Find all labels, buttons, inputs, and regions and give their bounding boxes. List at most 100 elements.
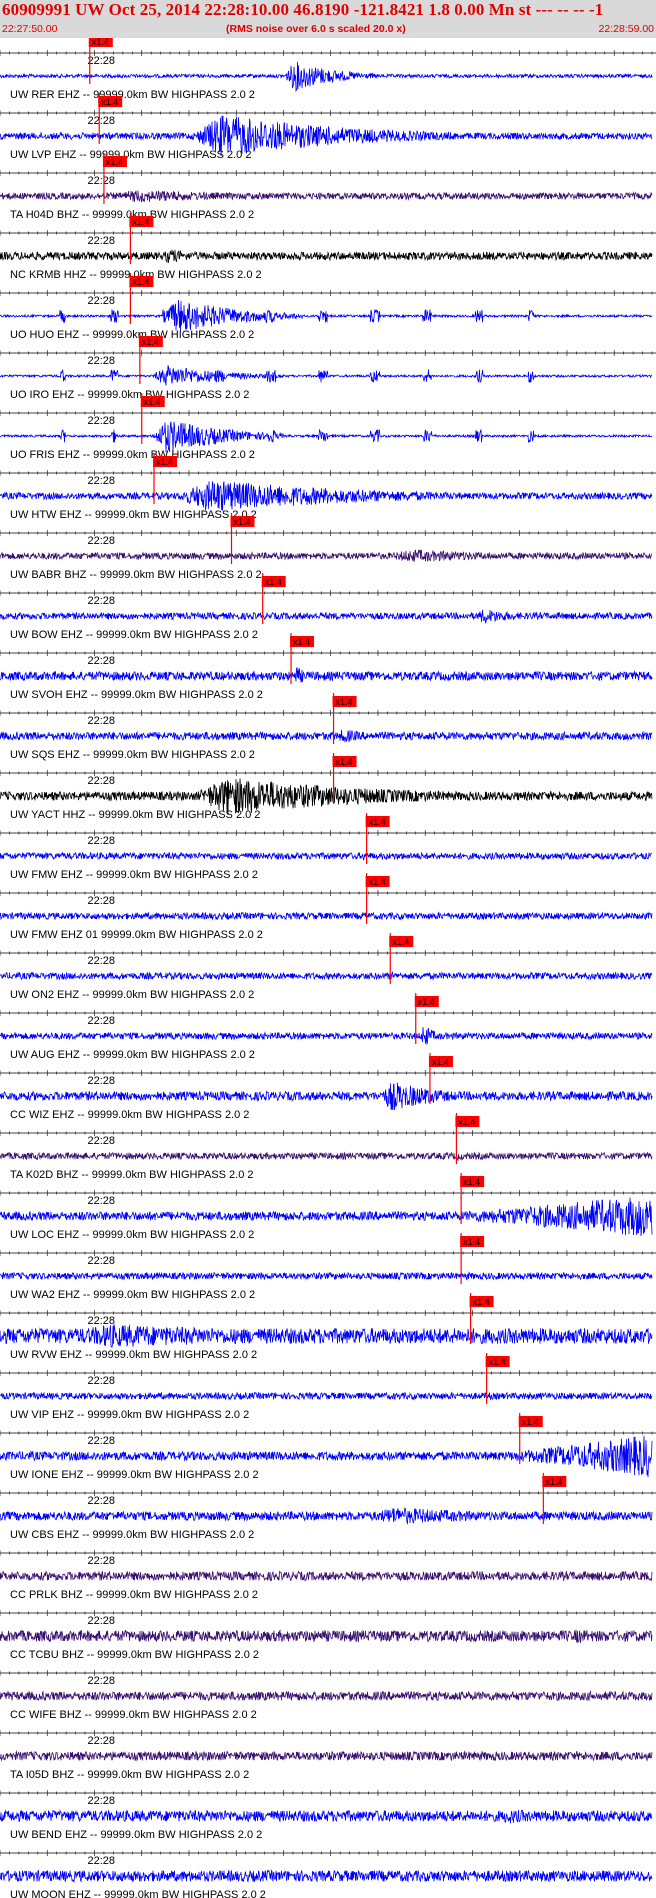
waveform (0, 365, 653, 386)
time-label: 22:28 (87, 415, 115, 427)
time-label: 22:28 (87, 1615, 115, 1627)
waveform (0, 666, 653, 683)
time-label: 22:28 (87, 715, 115, 727)
waveform (0, 1027, 653, 1045)
station-label: UW CBS EHZ -- 99999.0km BW HIGHPASS 2.0 … (10, 1529, 254, 1541)
waveform (0, 1809, 653, 1824)
pick-label: x1.4 (132, 277, 149, 287)
trace-row: 22:28 CC WIFE BHZ -- 99999.0km BW HIGHPAS… (0, 1670, 656, 1721)
station-label: CC TCBU BHZ -- 99999.0km BW HIGHPASS 2.0… (10, 1649, 259, 1661)
station-label: UW BOW EHZ -- 99999.0km BW HIGHPASS 2.0 … (10, 629, 258, 641)
trace-row: 22:28 x1.4 UW YACT HHZ -- 99999.0km BW HIG… (0, 753, 656, 821)
time-label: 22:28 (87, 655, 115, 667)
start-time: 22:27:50.00 (2, 23, 58, 35)
waveform (0, 1869, 653, 1884)
trace-row: 22:28 x1.4 UW FMW EHZ -- 99999.0km BW HIGH… (0, 813, 656, 881)
pick-label: x1.4 (418, 997, 435, 1007)
waveform (0, 609, 653, 624)
waveform (0, 1324, 653, 1348)
trace-row: 22:28 x1.4 UW AUG EHZ -- 99999.0km BW HIGH… (0, 993, 656, 1061)
time-label: 22:28 (87, 235, 115, 247)
pick-label: x1.4 (336, 757, 353, 767)
trace-row: 22:28 x1.4 UW CBS EHZ -- 99999.0km BW HIGH… (0, 1473, 656, 1541)
station-label: UO IRO EHZ -- 99999.0km BW HIGHPASS 2.0 … (10, 389, 249, 401)
end-time: 22:28:59.00 (598, 23, 654, 35)
station-label: UW WA2 EHZ -- 99999.0km BW HIGHPASS 2.0 … (10, 1289, 255, 1301)
station-label: UO FRIS EHZ -- 99999.0km BW HIGHPASS 2.0… (10, 449, 255, 461)
time-label: 22:28 (87, 1375, 115, 1387)
trace-row: 22:28 x1.4 UW SVOH EHZ -- 99999.0km BW HIG… (0, 633, 656, 701)
trace-row: 22:28x1.4NC KRMB HHZ -- 99999.0km BW HIG… (0, 213, 656, 281)
time-label: 22:28 (87, 1555, 115, 1567)
time-label: 22:28 (87, 55, 115, 67)
time-label: 22:28 (87, 175, 115, 187)
pick-label: x1.4 (458, 1117, 475, 1127)
station-label: UW SVOH EHZ -- 99999.0km BW HIGHPASS 2.0… (10, 689, 263, 701)
waveform (0, 970, 653, 981)
trace-row: 22:28 x1.4 UW FMW EHZ 01 99999.0km BW HIGH… (0, 873, 656, 941)
trace-row: 22:28 x1.4 UW RVW EHZ -- 99999.0km BW HIGH… (0, 1293, 656, 1361)
trace-row: 22:28 x1.4 UW LOC EHZ -- 99999.0km BW HIGH… (0, 1173, 656, 1241)
trace-row: 22:28 x1.4 UW WA2 EHZ -- 99999.0km BW HIGH… (0, 1233, 656, 1301)
time-label: 22:28 (87, 1255, 115, 1267)
time-label: 22:28 (87, 1075, 115, 1087)
event-title: 60909991 UW Oct 25, 2014 22:28:10.00 46.… (2, 0, 604, 19)
time-label: 22:28 (87, 775, 115, 787)
time-label: 22:28 (87, 355, 115, 367)
waveform (0, 1570, 653, 1582)
time-label: 22:28 (87, 475, 115, 487)
time-label: 22:28 (87, 835, 115, 847)
trace-row: 22:28 x1.4 UW BABR BHZ -- 99999.0km BW HIG… (0, 513, 656, 581)
trace-row: 22:28 x1.4 UW RER EHZ -- 99999.0km BW HIGH… (0, 38, 656, 101)
time-label: 22:28 (87, 535, 115, 547)
trace-row: 22:28 x1.4 UW LVP EHZ -- 99999.0km BW HIGH… (0, 93, 656, 161)
pick-label: x1.4 (336, 697, 353, 707)
station-label: CC PRLK BHZ -- 99999.0km BW HIGHPASS 2.0… (10, 1589, 258, 1601)
time-label: 22:28 (87, 1195, 115, 1207)
trace-row: 22:28 CC PRLK BHZ -- 99999.0km BW HIGHPAS… (0, 1550, 656, 1601)
station-label: UW IONE EHZ -- 99999.0km BW HIGHPASS 2.0… (10, 1469, 259, 1481)
station-label: UW FMW EHZ -- 99999.0km BW HIGHPASS 2.0 … (10, 869, 258, 881)
pick-label: x1.4 (463, 1177, 480, 1187)
time-label: 22:28 (87, 1495, 115, 1507)
trace-row: 22:28 x1.4 UO FRIS EHZ -- 99999.0km BW HIG… (0, 393, 656, 461)
trace-row: 22:28 x1.4 UW SQS EHZ -- 99999.0km BW HIGH… (0, 693, 656, 761)
waveform (0, 1391, 653, 1401)
seismogram-plot: 22:28x1.4UW RER EHZ -- 99999.0km BW HIGH… (0, 38, 656, 1898)
pick-label: x1.4 (92, 38, 109, 47)
station-label: UW LVP EHZ -- 99999.0km BW HIGHPASS 2.0 … (10, 149, 251, 161)
time-label: 22:28 (87, 1015, 115, 1027)
trace-row: 22:28 x1.4 CC WIZ EHZ -- 99999.0km BW HIGH… (0, 1053, 656, 1121)
waveform (0, 249, 653, 264)
waveform (0, 1151, 653, 1162)
station-label: UW AUG EHZ -- 99999.0km BW HIGHPASS 2.0 … (10, 1049, 255, 1061)
waveform (0, 729, 653, 743)
waveform (0, 1271, 653, 1281)
pick-label: x1.4 (473, 1297, 490, 1307)
pick-label: x1.4 (132, 217, 149, 227)
trace-row: 22:28 x1.4 UW IONE EHZ -- 99999.0km BW HIG… (0, 1413, 656, 1481)
trace-row: 22:28 x1.4 TA K02D BHZ -- 99999.0km BW HIG… (0, 1113, 656, 1181)
trace-row: 22:28 x1.4 UW BOW EHZ -- 99999.0km BW HIGH… (0, 573, 656, 641)
station-label: UW BEND EHZ -- 99999.0km BW HIGHPASS 2.0… (10, 1829, 262, 1841)
station-label: TA K02D BHZ -- 99999.0km BW HIGHPASS 2.0… (10, 1169, 254, 1181)
pick-label: x1.4 (101, 97, 118, 107)
station-label: UW MOON EHZ -- 99999.0km BW HIGHPASS 2.0… (10, 1889, 266, 1898)
station-label: CC WIFE BHZ -- 99999.0km BW HIGHPASS 2.0… (10, 1709, 257, 1721)
station-label: UO HUO EHZ -- 99999.0km BW HIGHPASS 2.0 … (10, 329, 254, 341)
station-label: UW LOC EHZ -- 99999.0km BW HIGHPASS 2.0 … (10, 1229, 254, 1241)
trace-row: 22:28 x1.4 UO IRO EHZ -- 99999.0km BW HIGH… (0, 333, 656, 401)
time-label: 22:28 (87, 1435, 115, 1447)
pick-label: x1.4 (234, 517, 251, 527)
time-label: 22:28 (87, 1735, 115, 1747)
station-label: CC WIZ EHZ -- 99999.0km BW HIGHPASS 2.0 … (10, 1109, 249, 1121)
station-label: UW ON2 EHZ -- 99999.0km BW HIGHPASS 2.0 … (10, 989, 254, 1001)
station-label: UW FMW EHZ 01 99999.0km BW HIGHPASS 2.0 … (10, 929, 263, 941)
station-label: UW BABR BHZ -- 99999.0km BW HIGHPASS 2.0… (10, 569, 262, 581)
time-label: 22:28 (87, 1855, 115, 1867)
pick-label: x1.4 (156, 457, 173, 467)
pick-label: x1.4 (463, 1237, 480, 1247)
station-label: UW YACT HHZ -- 99999.0km BW HIGHPASS 2.0… (10, 809, 260, 821)
waveform (0, 851, 653, 861)
time-label: 22:28 (87, 1135, 115, 1147)
